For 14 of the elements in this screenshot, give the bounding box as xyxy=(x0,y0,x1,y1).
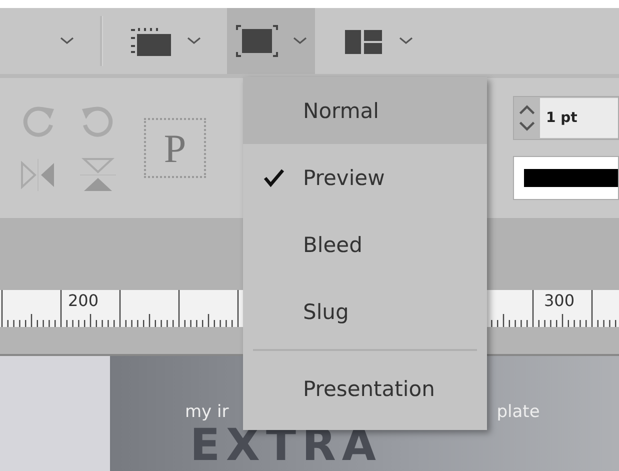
menu-item[interactable]: Normal xyxy=(243,77,487,144)
menu-item[interactable]: Presentation xyxy=(243,355,487,422)
chevron-icon xyxy=(187,37,201,45)
menu-item[interactable]: Slug xyxy=(243,278,487,345)
stroke-type-field[interactable] xyxy=(513,156,619,200)
subtitle-text: my ir xyxy=(185,402,229,422)
chevron-icon xyxy=(293,37,307,45)
menu-item[interactable]: Preview xyxy=(243,144,487,211)
menu-item[interactable]: Bleed xyxy=(243,211,487,278)
screen-mode-icon xyxy=(235,24,279,58)
chevron-icon[interactable] xyxy=(60,37,74,45)
screen-mode-button[interactable] xyxy=(227,8,315,74)
subtitle-text: plate xyxy=(496,402,540,422)
chevron-icon xyxy=(399,37,413,45)
